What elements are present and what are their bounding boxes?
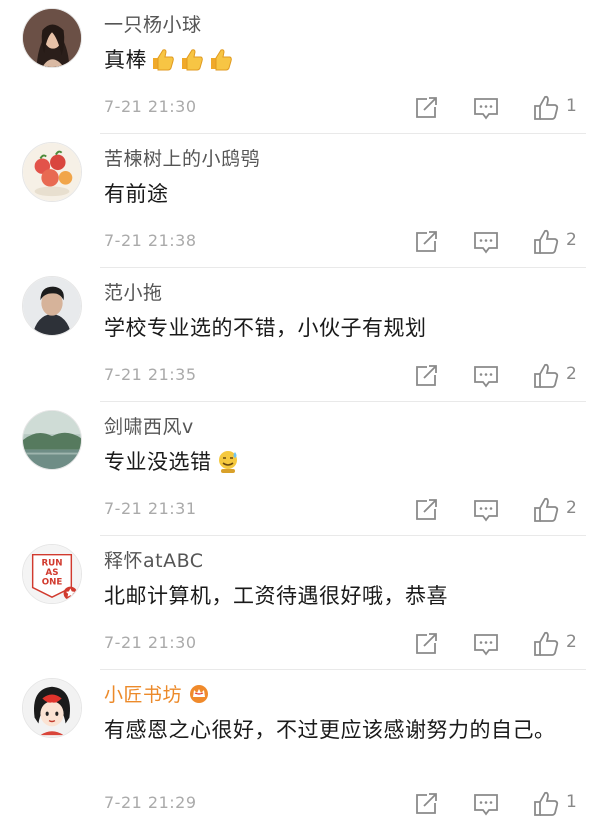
comment-actions: 2 (412, 228, 590, 256)
avatar[interactable] (22, 678, 82, 738)
comment-actions: 2 (412, 630, 590, 658)
reply-icon[interactable] (472, 790, 500, 818)
share-icon[interactable] (412, 94, 440, 122)
thumbs-up-emoji (211, 49, 232, 71)
like-count: 2 (566, 632, 577, 652)
comment-item: 苦楝树上的小鸱鸮 有前途 7-21 21:38 2 (0, 134, 600, 268)
like-count: 2 (566, 364, 577, 384)
like-icon[interactable] (532, 228, 560, 256)
like-icon[interactable] (532, 630, 560, 658)
avatar-text: RUN (41, 558, 62, 568)
timestamp: 7-21 21:30 (104, 633, 197, 652)
like-icon[interactable] (532, 94, 560, 122)
timestamp: 7-21 21:31 (104, 499, 197, 518)
avatar[interactable] (22, 410, 82, 470)
comment-actions: 1 (412, 790, 590, 818)
username[interactable]: 剑啸西风v (104, 412, 194, 439)
share-icon[interactable] (412, 790, 440, 818)
comment-text: 有感恩之心很好，不过更应该感谢努力的自己。 (104, 718, 556, 742)
comment-item: 一只杨小球 真棒 7-21 21:30 1 (0, 0, 600, 134)
comment-text: 北邮计算机，工资待遇很好哦，恭喜 (104, 584, 448, 608)
username[interactable]: 释怀atABC (104, 546, 204, 573)
comment-actions: 2 (412, 362, 590, 390)
like-count: 2 (566, 230, 577, 250)
avatar-text: ONE (42, 578, 63, 588)
comment-item: RUN AS ONE 释怀atABC 北邮计算机，工资待遇很好哦，恭喜 7-21… (0, 536, 600, 670)
comment-list: 一只杨小球 真棒 7-21 21:30 1 苦楝树上的小鸱鸮 有前途 7-21 … (0, 0, 600, 830)
timestamp: 7-21 21:38 (104, 231, 197, 250)
share-icon[interactable] (412, 228, 440, 256)
comment-text: 专业没选错 (104, 446, 574, 478)
username[interactable]: 一只杨小球 (104, 10, 202, 37)
username[interactable]: 范小拖 (104, 278, 163, 305)
comment-text: 真棒 (104, 44, 574, 76)
share-icon[interactable] (412, 496, 440, 524)
like-icon[interactable] (532, 790, 560, 818)
reply-icon[interactable] (472, 228, 500, 256)
reply-icon[interactable] (472, 94, 500, 122)
comment-text: 学校专业选的不错，小伙子有规划 (104, 316, 427, 340)
comment-item: 小匠书坊 有感恩之心很好，不过更应该感谢努力的自己。 7-21 21:29 1 (0, 670, 600, 830)
crown-badge-icon (190, 685, 209, 703)
like-count: 1 (566, 96, 577, 116)
sweat-smile-emoji (218, 451, 237, 473)
timestamp: 7-21 21:30 (104, 97, 197, 116)
thumbs-up-emoji (182, 49, 203, 71)
share-icon[interactable] (412, 630, 440, 658)
like-icon[interactable] (532, 362, 560, 390)
timestamp: 7-21 21:29 (104, 793, 197, 812)
timestamp: 7-21 21:35 (104, 365, 197, 384)
share-icon[interactable] (412, 362, 440, 390)
avatar[interactable] (22, 8, 82, 68)
like-count: 1 (566, 792, 577, 812)
avatar[interactable] (22, 142, 82, 202)
thumbs-up-emoji (153, 49, 174, 71)
reply-icon[interactable] (472, 630, 500, 658)
avatar[interactable] (22, 276, 82, 336)
like-icon[interactable] (532, 496, 560, 524)
reply-icon[interactable] (472, 496, 500, 524)
reply-icon[interactable] (472, 362, 500, 390)
comment-actions: 2 (412, 496, 590, 524)
username[interactable]: 小匠书坊 (104, 680, 210, 707)
comment-actions: 1 (412, 94, 590, 122)
avatar-text: AS (46, 568, 59, 578)
comment-item: 范小拖 学校专业选的不错，小伙子有规划 7-21 21:35 2 (0, 268, 600, 402)
avatar[interactable]: RUN AS ONE (22, 544, 82, 604)
comment-text: 有前途 (104, 182, 169, 206)
like-count: 2 (566, 498, 577, 518)
username[interactable]: 苦楝树上的小鸱鸮 (104, 144, 260, 171)
comment-item: 剑啸西风v 专业没选错 7-21 21:31 2 (0, 402, 600, 536)
